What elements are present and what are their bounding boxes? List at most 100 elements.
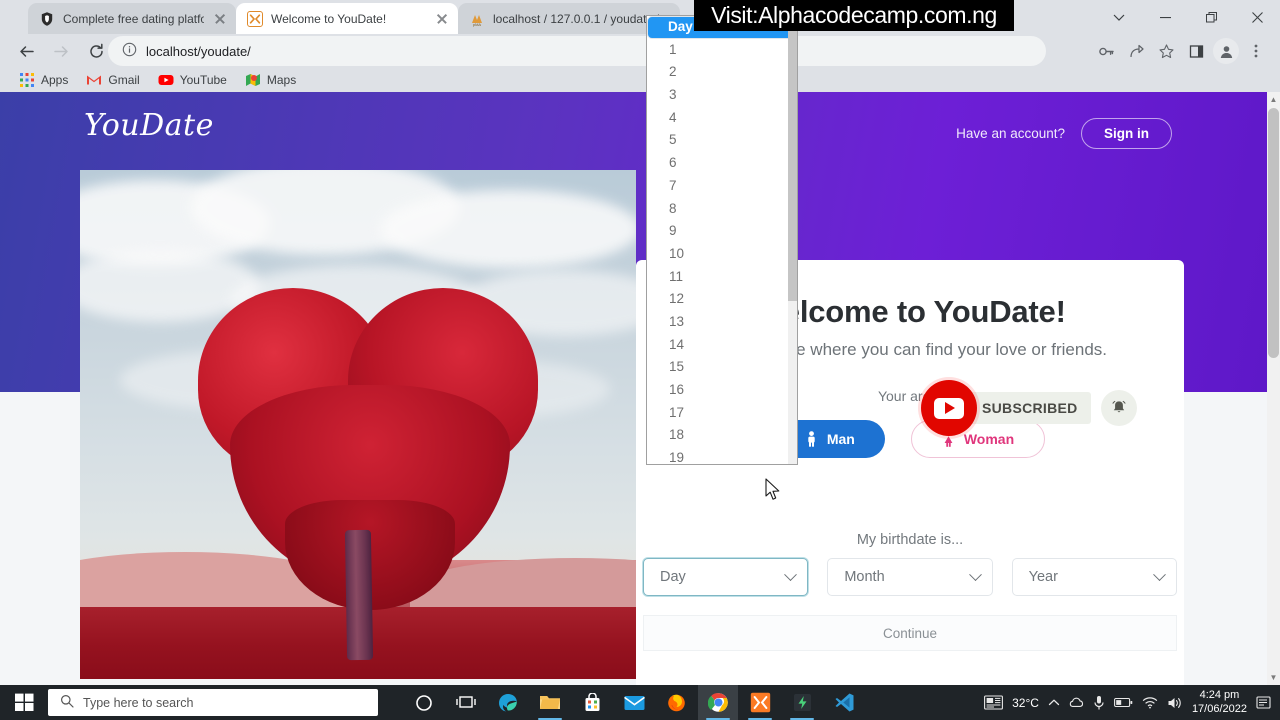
- star-icon[interactable]: [1152, 37, 1180, 65]
- close-icon[interactable]: [434, 11, 450, 27]
- edge-icon[interactable]: [488, 685, 528, 720]
- day-select[interactable]: Day: [643, 558, 809, 596]
- bookmark-youtube-label: YouTube: [179, 73, 227, 87]
- bookmark-gmail[interactable]: Gmail: [79, 69, 146, 91]
- page-scrollbar[interactable]: ▲ ▼: [1267, 92, 1280, 685]
- day-option[interactable]: 15: [647, 356, 797, 379]
- close-icon[interactable]: [1234, 1, 1280, 33]
- chevron-down-icon: [968, 567, 982, 581]
- youdate-icon: [247, 10, 263, 27]
- day-option[interactable]: 6: [647, 152, 797, 175]
- continue-button[interactable]: Continue: [643, 615, 1177, 651]
- tab-search-icon[interactable]: [1096, 1, 1142, 33]
- browser-tab-2[interactable]: Welcome to YouDate!: [236, 3, 458, 34]
- key-icon[interactable]: [1092, 37, 1120, 65]
- dropdown-scrollbar-thumb[interactable]: [788, 16, 797, 301]
- bookmark-maps-label: Maps: [266, 73, 297, 87]
- system-tray: 32°C 4:24 pm 17/06/2022: [984, 685, 1280, 720]
- day-option[interactable]: 5: [647, 129, 797, 152]
- restore-icon[interactable]: [1188, 1, 1234, 33]
- scroll-up-arrow-icon[interactable]: ▲: [1267, 92, 1280, 107]
- maps-icon: [245, 72, 261, 88]
- omnibox-actions: [1092, 36, 1270, 66]
- dropdown-scrollbar[interactable]: [788, 16, 797, 464]
- back-arrow-icon[interactable]: [12, 37, 40, 65]
- phpmyadmin-icon: pMA: [469, 11, 485, 27]
- chrome-icon[interactable]: [698, 685, 738, 720]
- more-menu-icon[interactable]: [1242, 37, 1270, 65]
- info-circle-icon[interactable]: [122, 42, 137, 60]
- mail-icon[interactable]: [614, 685, 654, 720]
- browser-tab-1-title: Complete free dating platform s: [63, 11, 204, 26]
- close-icon[interactable]: [212, 11, 228, 27]
- day-option[interactable]: 2: [647, 61, 797, 84]
- day-dropdown-popup[interactable]: Day 1 2 3 4 5 6 7 8 9 10 11 12 13 14 15 …: [646, 15, 798, 465]
- show-hidden-icons-icon[interactable]: [1048, 697, 1060, 709]
- year-select[interactable]: Year: [1011, 558, 1177, 596]
- watermark-text: Visit:Alphacodecamp.com.ng: [711, 2, 997, 28]
- month-select[interactable]: Month: [827, 558, 993, 596]
- cortana-icon[interactable]: [404, 685, 444, 720]
- male-figure-icon: [805, 431, 818, 447]
- address-bar[interactable]: localhost/youdate/: [108, 36, 1046, 66]
- window-controls: [1096, 0, 1280, 34]
- taskbar-clock[interactable]: 4:24 pm 17/06/2022: [1192, 689, 1247, 715]
- day-option[interactable]: 17: [647, 402, 797, 425]
- firefox-icon[interactable]: [656, 685, 696, 720]
- sidepanel-icon[interactable]: [1182, 37, 1210, 65]
- day-option[interactable]: 9: [647, 220, 797, 243]
- subscribed-button[interactable]: SUBSCRIBED: [969, 392, 1091, 424]
- day-option[interactable]: 10: [647, 243, 797, 266]
- green-app-icon[interactable]: [782, 685, 822, 720]
- wifi-icon[interactable]: [1142, 696, 1158, 709]
- notification-bell-icon[interactable]: [1100, 390, 1137, 426]
- day-option[interactable]: 12: [647, 288, 797, 311]
- browser-chrome: Complete free dating platform s Welcome …: [0, 0, 1280, 92]
- day-option[interactable]: 14: [647, 334, 797, 357]
- search-icon: [60, 694, 74, 711]
- microsoft-store-icon[interactable]: [572, 685, 612, 720]
- day-option[interactable]: 18: [647, 424, 797, 447]
- microphone-icon[interactable]: [1093, 695, 1105, 711]
- bookmarks-bar: Apps Gmail YouTube Maps: [0, 68, 1280, 92]
- chevron-down-icon: [1153, 567, 1166, 581]
- scrollbar-thumb[interactable]: [1268, 108, 1279, 358]
- taskbar-search-placeholder: Type here to search: [83, 695, 194, 710]
- day-option[interactable]: 3: [647, 84, 797, 107]
- reload-icon[interactable]: [82, 37, 110, 65]
- scroll-down-arrow-icon[interactable]: ▼: [1267, 670, 1280, 685]
- volume-icon[interactable]: [1167, 696, 1183, 710]
- news-weather-icon[interactable]: [984, 695, 1004, 710]
- browser-tab-1[interactable]: Complete free dating platform s: [28, 3, 236, 34]
- onedrive-icon[interactable]: [1069, 695, 1084, 710]
- minimize-icon[interactable]: [1142, 1, 1188, 33]
- share-icon[interactable]: [1122, 37, 1150, 65]
- bookmark-youtube[interactable]: YouTube: [151, 69, 234, 91]
- vscode-icon[interactable]: [824, 685, 864, 720]
- day-option[interactable]: 19: [647, 447, 797, 464]
- bookmark-maps[interactable]: Maps: [238, 69, 303, 91]
- bookmark-apps[interactable]: Apps: [12, 69, 75, 91]
- day-option[interactable]: 16: [647, 379, 797, 402]
- day-option[interactable]: 8: [647, 198, 797, 221]
- day-option[interactable]: 1: [647, 39, 797, 62]
- forward-arrow-icon[interactable]: [47, 37, 75, 65]
- day-option[interactable]: 7: [647, 175, 797, 198]
- profile-avatar-icon[interactable]: [1212, 37, 1240, 65]
- file-explorer-icon[interactable]: [530, 685, 570, 720]
- day-option[interactable]: 4: [647, 107, 797, 130]
- battery-icon[interactable]: [1113, 697, 1133, 708]
- task-view-icon[interactable]: [446, 685, 486, 720]
- day-option[interactable]: 13: [647, 311, 797, 334]
- gender-man-label: Man: [826, 431, 855, 447]
- birthdate-selects: Day Month Year: [643, 558, 1177, 596]
- site-logo[interactable]: YouDate: [84, 108, 214, 143]
- xampp-icon[interactable]: [740, 685, 780, 720]
- day-option[interactable]: 11: [647, 266, 797, 289]
- gmail-icon: [86, 72, 102, 88]
- taskbar-search-input[interactable]: Type here to search: [48, 689, 378, 716]
- sign-in-button[interactable]: Sign in: [1081, 118, 1172, 149]
- clock-date: 17/06/2022: [1191, 702, 1247, 715]
- windows-start-icon[interactable]: [0, 685, 48, 720]
- action-center-icon[interactable]: [1256, 695, 1272, 711]
